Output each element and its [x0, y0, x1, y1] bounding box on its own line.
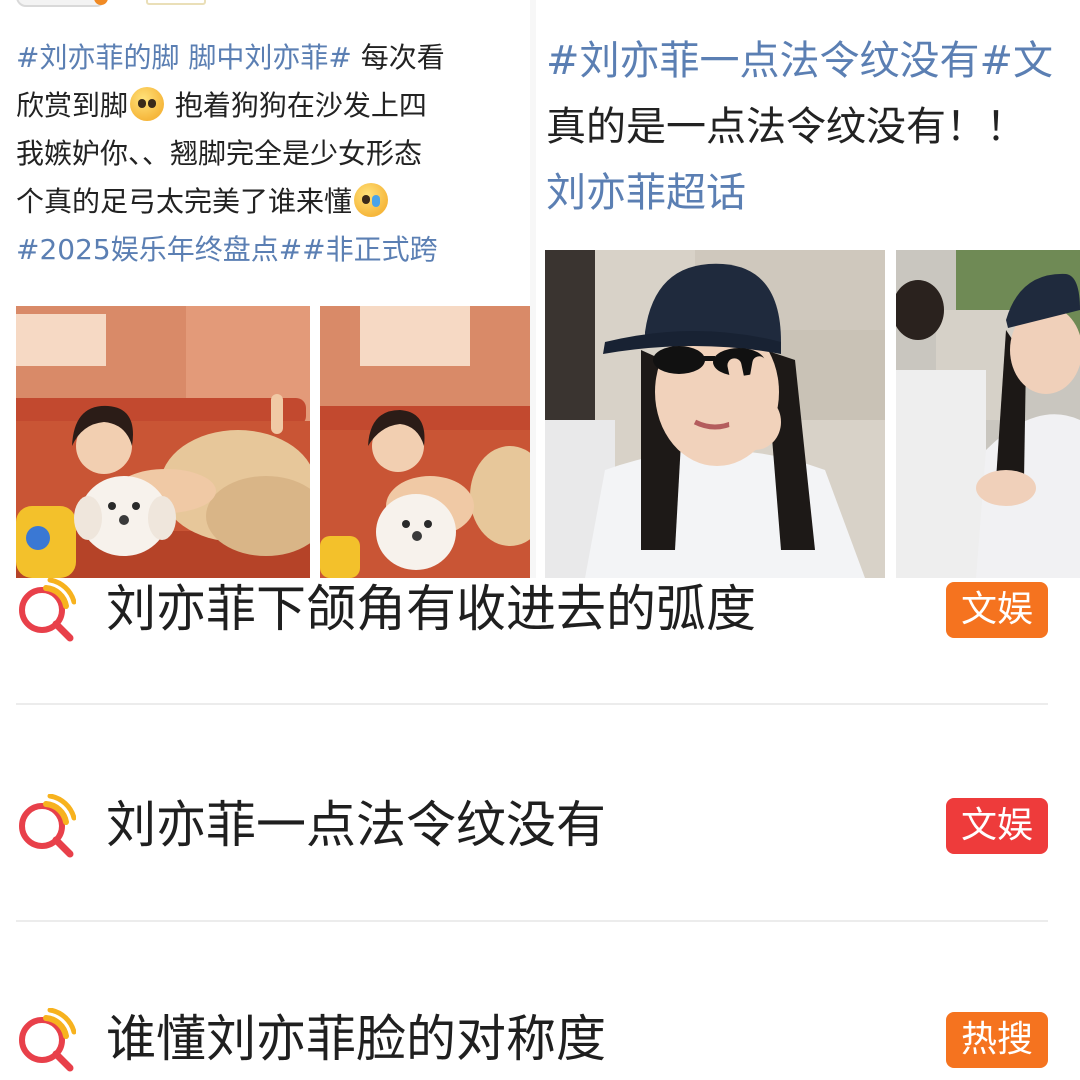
- post-text-segment: 个真的足弓太完美了谁来懂: [16, 185, 353, 218]
- list-divider: [16, 703, 1048, 705]
- post-text-segment: 我嫉妒你、、翘脚完全是少女形态: [16, 137, 423, 170]
- hot-search-term: 刘亦菲下颌角有收进去的弧度: [106, 580, 756, 638]
- post-photo-sofa-dog[interactable]: [16, 306, 310, 578]
- post-photo-sofa-dog-2[interactable]: [320, 306, 530, 578]
- pleading-face-emoji-icon: [130, 87, 165, 121]
- hot-search-term: 谁懂刘亦菲脸的对称度: [106, 1010, 606, 1068]
- notification-dot: [94, 0, 108, 5]
- category-badge: 热搜: [946, 1012, 1048, 1068]
- post-photo-walking[interactable]: [896, 250, 1080, 578]
- post-text-segment: 抱着狗狗在沙发上四: [166, 89, 427, 122]
- hashtag-link-cut[interactable]: 文: [1013, 38, 1053, 84]
- user-level-badge: [16, 0, 108, 7]
- hot-search-term: 刘亦菲一点法令纹没有: [106, 796, 606, 854]
- smiling-tear-emoji-icon: [354, 183, 389, 217]
- post-photo-cap-sunglasses[interactable]: [545, 250, 885, 578]
- post-card-left[interactable]: #刘亦菲的脚 脚中刘亦菲# 每次看 欣赏到脚 抱着狗狗在沙发上四 我嫉妒你、、翘…: [0, 0, 530, 578]
- category-badge: 文娱: [946, 582, 1048, 638]
- search-trend-icon: [19, 578, 76, 642]
- list-divider: [16, 920, 1048, 922]
- member-badge: [146, 0, 206, 5]
- panel-divider: [530, 0, 536, 578]
- post-header-badges: [16, 0, 206, 8]
- post-text-segment: 每次看: [351, 41, 445, 74]
- hot-search-item[interactable]: 谁懂刘亦菲脸的对称度 热搜: [0, 986, 1080, 1080]
- hashtag-link[interactable]: #2025娱乐年终盘点##非正式跨: [16, 233, 438, 266]
- hashtag-link[interactable]: #刘亦菲的脚 脚中刘亦菲#: [16, 41, 352, 74]
- search-trend-icon: [19, 794, 76, 858]
- post-body-text-right: #刘亦菲一点法令纹没有#文 真的是一点法令纹没有！！ 刘亦菲超话: [546, 28, 1080, 226]
- hot-search-item[interactable]: 刘亦菲下颌角有收进去的弧度 文娱: [0, 556, 1080, 666]
- post-text-segment: 真的是一点法令纹没有！！: [546, 104, 1026, 150]
- super-topic-link[interactable]: 刘亦菲超话: [546, 170, 746, 216]
- post-text-segment: 欣赏到脚: [16, 89, 129, 122]
- hashtag-link[interactable]: #刘亦菲一点法令纹没有#: [546, 38, 1013, 84]
- hot-search-item[interactable]: 刘亦菲一点法令纹没有 文娱: [0, 772, 1080, 882]
- search-trend-icon: [19, 1008, 76, 1072]
- post-body-text: #刘亦菲的脚 脚中刘亦菲# 每次看 欣赏到脚 抱着狗狗在沙发上四 我嫉妒你、、翘…: [16, 34, 530, 274]
- category-badge: 文娱: [946, 798, 1048, 854]
